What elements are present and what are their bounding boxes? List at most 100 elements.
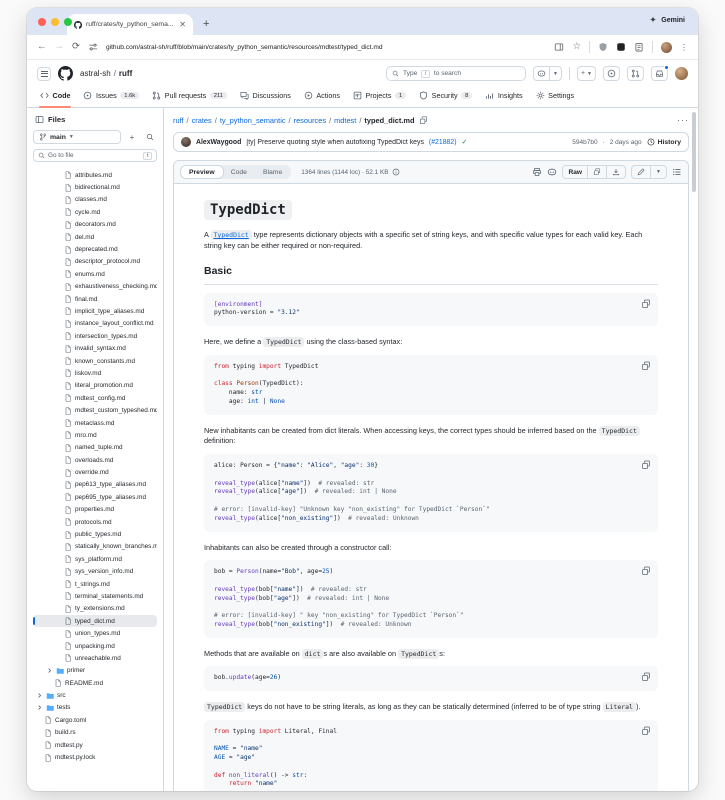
tree-file-union_types.md[interactable]: union_types.md xyxy=(33,627,157,639)
tree-file-Cargo.toml[interactable]: Cargo.toml xyxy=(33,714,157,726)
commit-hash[interactable]: 594b7b0 xyxy=(572,139,597,146)
tree-file-public_types.md[interactable]: public_types.md xyxy=(33,528,157,540)
global-search-input[interactable]: Type / to search xyxy=(386,66,526,81)
commit-pr-link[interactable]: (#21882) xyxy=(429,139,457,146)
pull-requests-header-button[interactable] xyxy=(627,66,644,81)
copy-code-icon[interactable] xyxy=(641,566,651,576)
github-logo[interactable] xyxy=(58,66,73,81)
nav-tab-issues[interactable]: Issues1.6k xyxy=(78,86,144,107)
tree-file-statically_known_branches.md[interactable]: statically_known_branches.md xyxy=(33,541,157,553)
breadcrumb-link-ty_python_semantic[interactable]: ty_python_semantic xyxy=(220,116,286,125)
tree-file-t_strings.md[interactable]: t_strings.md xyxy=(33,578,157,590)
tree-file-pep695_type_aliases.md[interactable]: pep695_type_aliases.md xyxy=(33,491,157,503)
tree-file-descriptor_protocol.md[interactable]: descriptor_protocol.md xyxy=(33,256,157,268)
tree-file-build.rs[interactable]: build.rs xyxy=(33,727,157,739)
tree-file-invalid_syntax.md[interactable]: invalid_syntax.md xyxy=(33,342,157,354)
breadcrumb-link-resources[interactable]: resources xyxy=(294,116,326,125)
org-link[interactable]: astral-sh xyxy=(80,69,111,78)
tree-file-final.md[interactable]: final.md xyxy=(33,293,157,305)
tree-file-deprecated.md[interactable]: deprecated.md xyxy=(33,243,157,255)
tree-folder-tests[interactable]: tests xyxy=(33,702,157,714)
tree-file-enums.md[interactable]: enums.md xyxy=(33,268,157,280)
tree-file-overloads.md[interactable]: overloads.md xyxy=(33,454,157,466)
back-button[interactable]: ← xyxy=(37,42,47,52)
tree-file-unpacking.md[interactable]: unpacking.md xyxy=(33,640,157,652)
tree-file-literal_promotion.md[interactable]: literal_promotion.md xyxy=(33,380,157,392)
file-options-kebab[interactable]: ··· xyxy=(677,115,689,125)
tree-file-terminal_statements.md[interactable]: terminal_statements.md xyxy=(33,590,157,602)
tree-file-ty_extensions.md[interactable]: ty_extensions.md xyxy=(33,603,157,615)
new-tab-button[interactable]: + xyxy=(203,19,209,30)
copy-raw-button[interactable] xyxy=(587,166,606,178)
copy-code-icon[interactable] xyxy=(641,299,651,309)
tree-file-cycle.md[interactable]: cycle.md xyxy=(33,206,157,218)
tree-file-pep613_type_aliases.md[interactable]: pep613_type_aliases.md xyxy=(33,479,157,491)
copy-code-icon[interactable] xyxy=(641,361,651,371)
page-scrollbar-thumb[interactable] xyxy=(692,112,696,192)
tab-close-icon[interactable]: ✕ xyxy=(179,20,186,29)
tree-file-metaclass.md[interactable]: metaclass.md xyxy=(33,417,157,429)
tree-file-attributes.md[interactable]: attributes.md xyxy=(33,169,157,181)
bookmark-star-icon[interactable]: ☆ xyxy=(572,42,581,52)
nav-tab-code[interactable]: Code xyxy=(35,86,75,107)
reload-button[interactable]: ⟳ xyxy=(72,42,80,52)
tree-file-protocols.md[interactable]: protocols.md xyxy=(33,516,157,528)
copy-path-icon[interactable] xyxy=(419,116,428,125)
nav-tab-pull-requests[interactable]: Pull requests211 xyxy=(147,86,232,107)
nav-tab-security[interactable]: Security8 xyxy=(414,86,477,107)
copy-code-icon[interactable] xyxy=(641,672,651,682)
nav-tab-projects[interactable]: Projects1 xyxy=(348,86,411,107)
minimize-window-button[interactable] xyxy=(51,18,59,26)
close-window-button[interactable] xyxy=(38,18,46,26)
tree-file-README.md[interactable]: README.md xyxy=(33,677,157,689)
branch-selector[interactable]: main ▼ xyxy=(33,130,121,144)
checks-passed-icon[interactable]: ✓ xyxy=(462,138,468,146)
extension-dark-icon[interactable] xyxy=(616,42,626,52)
user-avatar[interactable] xyxy=(675,67,688,80)
issues-header-button[interactable] xyxy=(603,66,620,81)
site-settings-icon[interactable] xyxy=(88,42,98,52)
tree-file-known_constants.md[interactable]: known_constants.md xyxy=(33,355,157,367)
tree-file-unreachable.md[interactable]: unreachable.md xyxy=(33,652,157,664)
breadcrumb-link-crates[interactable]: crates xyxy=(192,116,212,125)
tree-file-sys_platform.md[interactable]: sys_platform.md xyxy=(33,553,157,565)
repo-link[interactable]: ruff xyxy=(119,69,132,78)
tree-file-implicit_type_aliases.md[interactable]: implicit_type_aliases.md xyxy=(33,305,157,317)
tree-file-intersection_types.md[interactable]: intersection_types.md xyxy=(33,330,157,342)
commit-author-avatar[interactable] xyxy=(181,137,191,147)
tree-file-liskov.md[interactable]: liskov.md xyxy=(33,367,157,379)
tree-file-mdtest_config.md[interactable]: mdtest_config.md xyxy=(33,392,157,404)
tree-file-mdtest_custom_typeshed.md[interactable]: mdtest_custom_typeshed.md xyxy=(33,404,157,416)
tree-file-properties.md[interactable]: properties.md xyxy=(33,504,157,516)
tree-file-mdtest.py.lock[interactable]: mdtest.py.lock xyxy=(33,751,157,763)
breadcrumb-link-ruff[interactable]: ruff xyxy=(173,116,184,125)
search-tree-button[interactable] xyxy=(143,130,157,144)
create-new-button[interactable]: +▼ xyxy=(577,66,596,81)
copy-code-icon[interactable] xyxy=(641,726,651,736)
tree-file-del.md[interactable]: del.md xyxy=(33,231,157,243)
extension-shield-icon[interactable] xyxy=(598,42,608,52)
breadcrumb-link-mdtest[interactable]: mdtest xyxy=(334,116,356,125)
info-icon[interactable] xyxy=(392,168,400,176)
nav-tab-actions[interactable]: Actions xyxy=(299,86,345,107)
maximize-window-button[interactable] xyxy=(64,18,72,26)
edit-pencil-button[interactable] xyxy=(632,166,650,178)
tree-file-sys_version_info.md[interactable]: sys_version_info.md xyxy=(33,566,157,578)
view-tab-preview[interactable]: Preview xyxy=(181,166,223,178)
tree-folder-primer[interactable]: primer xyxy=(33,665,157,677)
tree-file-exhaustiveness_checking.md[interactable]: exhaustiveness_checking.md xyxy=(33,281,157,293)
view-tab-code[interactable]: Code xyxy=(223,166,255,178)
copilot-button[interactable]: ▼ xyxy=(533,66,562,81)
view-tab-blame[interactable]: Blame xyxy=(255,166,290,178)
tree-file-decorators.md[interactable]: decorators.md xyxy=(33,219,157,231)
notifications-inbox-button[interactable] xyxy=(651,66,668,81)
forward-button[interactable]: → xyxy=(55,42,65,52)
tree-file-instance_layout_conflict.md[interactable]: instance_layout_conflict.md xyxy=(33,318,157,330)
extension-clipboard-icon[interactable] xyxy=(634,42,644,52)
side-panel-collapse-icon[interactable] xyxy=(35,115,44,124)
raw-button[interactable]: Raw xyxy=(563,166,587,178)
nav-tab-discussions[interactable]: Discussions xyxy=(235,86,296,107)
add-file-button[interactable]: + xyxy=(125,130,139,144)
tree-file-classes.md[interactable]: classes.md xyxy=(33,194,157,206)
nav-tab-insights[interactable]: Insights xyxy=(480,86,527,107)
